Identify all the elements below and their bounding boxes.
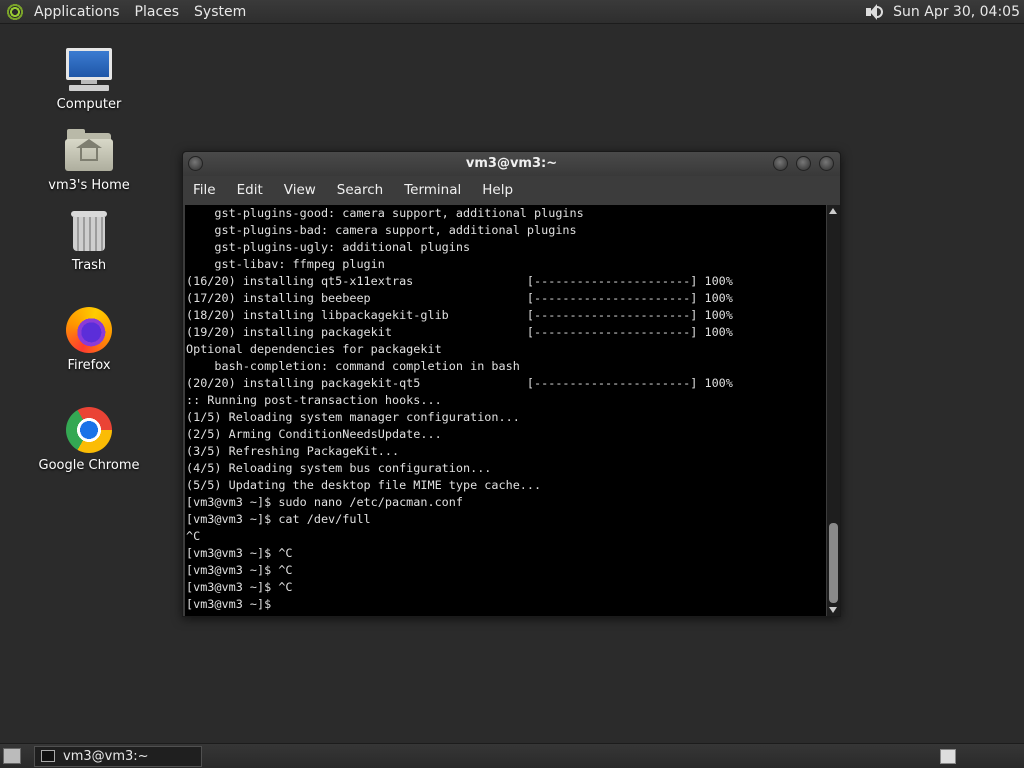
terminal-line: :: Running post-transaction hooks... [186, 393, 442, 407]
menu-edit[interactable]: Edit [237, 182, 263, 198]
menu-view[interactable]: View [284, 182, 316, 198]
terminal-line: gst-plugins-ugly: additional plugins [186, 240, 471, 254]
terminal-line: (2/5) Arming ConditionNeedsUpdate... [186, 427, 442, 441]
terminal-line: (18/20) installing libpackagekit-glib [-… [186, 308, 733, 322]
terminal-window[interactable]: vm3@vm3:~ File Edit View Search Terminal… [182, 151, 841, 617]
desktop-icon-label: Trash [71, 258, 107, 273]
terminal-line: (4/5) Reloading system bus configuration… [186, 461, 492, 475]
terminal-text: gst-plugins-good: camera support, additi… [185, 205, 826, 613]
terminal-line: (20/20) installing packagekit-qt5 [-----… [186, 376, 733, 390]
terminal-line: [vm3@vm3 ~]$ ^C [186, 580, 293, 594]
menu-file[interactable]: File [193, 182, 216, 198]
bottom-panel: vm3@vm3:~ [0, 743, 1024, 768]
desktop-icon-computer[interactable]: Computer [29, 46, 149, 112]
terminal-output[interactable]: gst-plugins-good: camera support, additi… [185, 205, 826, 616]
terminal-line: (17/20) installing beebeep [------------… [186, 291, 733, 305]
desktop-icon-label: Google Chrome [38, 458, 140, 473]
close-icon[interactable] [819, 156, 834, 171]
menu-applications[interactable]: Applications [34, 4, 120, 20]
menu-help[interactable]: Help [482, 182, 513, 198]
clock[interactable]: Sun Apr 30, 04:05 [893, 4, 1020, 20]
terminal-line: [vm3@vm3 ~]$ [186, 597, 279, 611]
desktop-icon-label: Firefox [67, 358, 111, 373]
desktop-icon-label: vm3's Home [48, 178, 130, 193]
volume-icon[interactable] [863, 2, 885, 22]
terminal-line: [vm3@vm3 ~]$ ^C [186, 546, 293, 560]
terminal-line: ^C [186, 529, 201, 543]
desktop-icon-label: Computer [56, 97, 122, 112]
chrome-icon [63, 407, 115, 455]
terminal-line: [vm3@vm3 ~]$ cat /dev/full [186, 512, 371, 526]
computer-icon [63, 46, 115, 94]
window-menu-icon[interactable] [188, 156, 203, 171]
show-desktop-icon[interactable] [3, 748, 21, 764]
scroll-up-icon[interactable] [829, 208, 837, 214]
terminal-line: (19/20) installing packagekit [---------… [186, 325, 733, 339]
terminal-icon [41, 750, 55, 762]
desktop-icon-home[interactable]: vm3's Home [29, 127, 149, 193]
terminal-line: [vm3@vm3 ~]$ sudo nano /etc/pacman.conf [186, 495, 463, 509]
menu-search[interactable]: Search [337, 182, 383, 198]
window-titlebar[interactable]: vm3@vm3:~ [183, 152, 840, 176]
terminal-line: (3/5) Refreshing PackageKit... [186, 444, 400, 458]
home-folder-icon [63, 127, 115, 175]
terminal-line: Optional dependencies for packagekit [186, 342, 442, 356]
desktop-icon-chrome[interactable]: Google Chrome [29, 407, 149, 473]
menu-places[interactable]: Places [135, 4, 180, 20]
terminal-menubar: File Edit View Search Terminal Help [183, 176, 840, 204]
terminal-line: (16/20) installing qt5-x11extras [------… [186, 274, 733, 288]
terminal-line: [vm3@vm3 ~]$ ^C [186, 563, 293, 577]
terminal-line: gst-libav: ffmpeg plugin [186, 257, 385, 271]
terminal-scrollbar[interactable] [827, 205, 840, 616]
taskbar-item-terminal[interactable]: vm3@vm3:~ [34, 746, 202, 767]
terminal-line: bash-completion: command completion in b… [186, 359, 520, 373]
menu-terminal[interactable]: Terminal [404, 182, 461, 198]
terminal-line: gst-plugins-good: camera support, additi… [186, 206, 584, 220]
minimize-icon[interactable] [773, 156, 788, 171]
trash-icon [63, 207, 115, 255]
terminal-line: (5/5) Updating the desktop file MIME typ… [186, 478, 542, 492]
terminal-line: (1/5) Reloading system manager configura… [186, 410, 520, 424]
menu-system[interactable]: System [194, 4, 246, 20]
firefox-icon [63, 307, 115, 355]
distro-logo-icon[interactable] [6, 2, 24, 21]
maximize-icon[interactable] [796, 156, 811, 171]
desktop-icon-firefox[interactable]: Firefox [29, 307, 149, 373]
panel-tray: Sun Apr 30, 04:05 [863, 0, 1020, 24]
window-title: vm3@vm3:~ [465, 156, 558, 171]
desktop-icon-trash[interactable]: Trash [29, 207, 149, 273]
scroll-down-icon[interactable] [829, 607, 837, 613]
top-panel: Applications Places System Sun Apr 30, 0… [0, 0, 1024, 24]
terminal-line: gst-plugins-bad: camera support, additio… [186, 223, 577, 237]
scrollbar-thumb[interactable] [829, 523, 838, 603]
taskbar-item-label: vm3@vm3:~ [63, 749, 149, 764]
workspace-switcher[interactable] [940, 749, 956, 764]
